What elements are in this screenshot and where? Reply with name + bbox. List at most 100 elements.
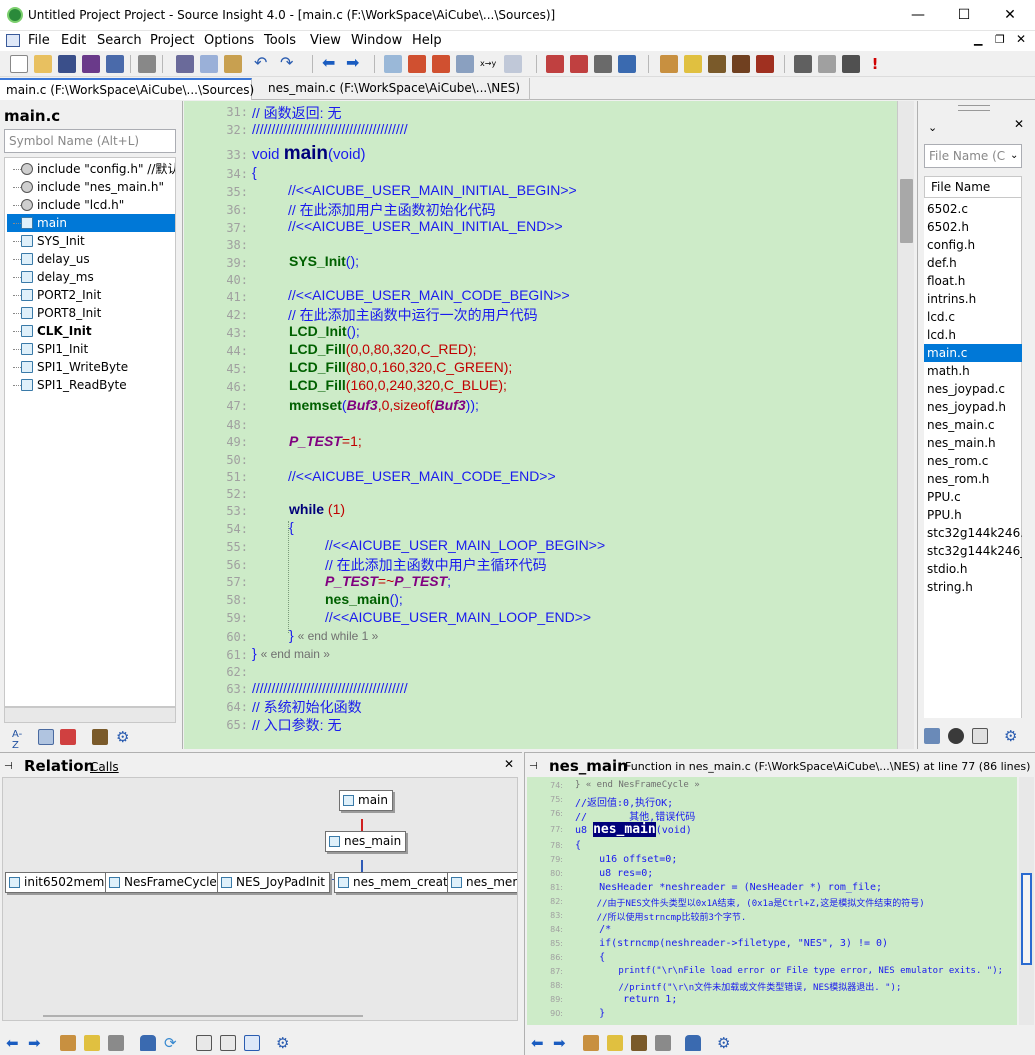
- save-as-icon[interactable]: [82, 55, 100, 73]
- symbol-item[interactable]: SPI1_Init: [7, 340, 175, 358]
- pin-icon[interactable]: ⊣: [529, 761, 538, 772]
- file-item[interactable]: string.h: [924, 578, 1022, 596]
- file-item[interactable]: intrins.h: [924, 290, 1022, 308]
- file-item[interactable]: 6502.c: [924, 200, 1022, 218]
- minimize-button[interactable]: —: [895, 0, 941, 31]
- file-item[interactable]: nes_joypad.h: [924, 398, 1022, 416]
- star-icon[interactable]: [618, 55, 636, 73]
- relation-node-root[interactable]: main: [339, 790, 393, 811]
- document-icon[interactable]: [6, 34, 20, 47]
- menu-view[interactable]: View: [310, 33, 341, 48]
- list-view-icon[interactable]: [38, 729, 54, 745]
- settings-gear-icon[interactable]: ⚙: [276, 1035, 292, 1051]
- symbol-item[interactable]: SPI1_WriteByte: [7, 358, 175, 376]
- file-item[interactable]: float.h: [924, 272, 1022, 290]
- file-item[interactable]: lcd.c: [924, 308, 1022, 326]
- symbol-window-icon[interactable]: [84, 1035, 100, 1051]
- symbol-item-selected[interactable]: main: [7, 214, 175, 232]
- save-icon[interactable]: [58, 55, 76, 73]
- go-forward-icon[interactable]: ➡: [553, 1035, 569, 1051]
- symbol-item[interactable]: SPI1_ReadByte: [7, 376, 175, 394]
- scrollbar-thumb[interactable]: [900, 179, 913, 243]
- symbol-item[interactable]: CLK_Init: [7, 322, 175, 340]
- file-item[interactable]: nes_joypad.c: [924, 380, 1022, 398]
- open-folder-icon[interactable]: [34, 55, 52, 73]
- tools-icon[interactable]: [655, 1035, 671, 1051]
- relation-node[interactable]: nes_main: [325, 831, 407, 852]
- relation-node[interactable]: NesFrameCycle: [105, 872, 222, 893]
- symbol-item[interactable]: include "config.h" //默认: [7, 160, 175, 178]
- details-view-icon[interactable]: [972, 728, 988, 744]
- go-back-icon[interactable]: ⬅: [531, 1035, 547, 1051]
- file-item[interactable]: config.h: [924, 236, 1022, 254]
- symbol-item[interactable]: include "lcd.h": [7, 196, 175, 214]
- jump-down-icon[interactable]: [432, 55, 450, 73]
- symbol-window-icon[interactable]: [607, 1035, 623, 1051]
- code-editor[interactable]: 31: 32: 33: 34: 35: 36: 37: 38: 39: 40: …: [184, 101, 914, 749]
- vertical-graph-icon[interactable]: [244, 1035, 260, 1051]
- copy-icon[interactable]: [200, 55, 218, 73]
- function-icon[interactable]: [732, 55, 750, 73]
- undo-icon[interactable]: ↶: [254, 55, 272, 73]
- book-icon[interactable]: [92, 729, 108, 745]
- file-item[interactable]: stdio.h: [924, 560, 1022, 578]
- print-icon[interactable]: [138, 55, 156, 73]
- save-all-icon[interactable]: [106, 55, 124, 73]
- relation-node[interactable]: NES_JoyPadInit: [217, 872, 331, 893]
- context-code-view[interactable]: 74: 75: 76: 77: 78: 79: 80: 81: 82: 83: …: [527, 777, 1017, 1025]
- mdi-minimize-icon[interactable]: ▁: [974, 33, 982, 46]
- file-search-input[interactable]: File Name (C: [924, 144, 1022, 168]
- symbol-item[interactable]: delay_us: [7, 250, 175, 268]
- mdi-restore-icon[interactable]: ❐: [995, 33, 1005, 46]
- new-file-icon[interactable]: [10, 55, 28, 73]
- close-panel-icon[interactable]: ✕: [1014, 117, 1024, 131]
- book-icon[interactable]: [631, 1035, 647, 1051]
- file-item[interactable]: nes_rom.c: [924, 452, 1022, 470]
- horizontal-scrollbar[interactable]: [43, 1015, 363, 1017]
- file-item-selected[interactable]: main.c: [924, 344, 1022, 362]
- sync-files-icon[interactable]: [948, 728, 964, 744]
- calendar-icon[interactable]: [794, 55, 812, 73]
- lock-icon[interactable]: [685, 1035, 701, 1051]
- file-item[interactable]: def.h: [924, 254, 1022, 272]
- file-item[interactable]: PPU.h: [924, 506, 1022, 524]
- bookmark-prev-icon[interactable]: [546, 55, 564, 73]
- lock-icon[interactable]: [140, 1035, 156, 1051]
- mdi-close-icon[interactable]: ✕: [1016, 32, 1026, 46]
- relation-node[interactable]: nes_mem: [447, 872, 517, 893]
- category-icon[interactable]: [60, 729, 76, 745]
- refresh-icon[interactable]: ⟳: [164, 1035, 180, 1051]
- symbol-item[interactable]: delay_ms: [7, 268, 175, 286]
- relation-mode[interactable]: Calls: [90, 760, 119, 774]
- settings-gear-icon[interactable]: ⚙: [717, 1035, 733, 1051]
- settings-gear-icon[interactable]: ⚙: [1004, 728, 1020, 744]
- symbol-item[interactable]: PORT2_Init: [7, 286, 175, 304]
- tab-main-c[interactable]: main.c (F:\WorkSpace\AiCube\...\Sources): [0, 78, 254, 100]
- paste-icon[interactable]: [224, 55, 242, 73]
- symbol-search-input[interactable]: Symbol Name (Alt+L): [4, 129, 176, 153]
- search-files-icon[interactable]: [456, 55, 474, 73]
- go-forward-icon[interactable]: ➡: [346, 55, 364, 73]
- settings-gear-icon[interactable]: ⚙: [116, 729, 132, 745]
- close-button[interactable]: ✕: [987, 0, 1033, 31]
- go-back-icon[interactable]: ⬅: [322, 55, 340, 73]
- bookmark-next-icon[interactable]: [570, 55, 588, 73]
- file-item[interactable]: stc32g144k246.h: [924, 524, 1022, 542]
- menu-file[interactable]: File: [28, 33, 50, 48]
- scrollbar-thumb[interactable]: [1021, 873, 1032, 965]
- file-item[interactable]: nes_main.c: [924, 416, 1022, 434]
- file-item[interactable]: lcd.h: [924, 326, 1022, 344]
- menu-tools[interactable]: Tools: [264, 33, 296, 48]
- project-window-icon[interactable]: [660, 55, 678, 73]
- symbol-item[interactable]: PORT8_Init: [7, 304, 175, 322]
- relation-window-icon[interactable]: [756, 55, 774, 73]
- sort-alpha-icon[interactable]: A-Z: [12, 729, 28, 751]
- maximize-button[interactable]: ☐: [941, 0, 987, 31]
- file-item[interactable]: math.h: [924, 362, 1022, 380]
- close-panel-icon[interactable]: ✕: [504, 757, 514, 771]
- replace-icon[interactable]: x→y: [480, 55, 498, 73]
- open-file-icon[interactable]: [924, 728, 940, 744]
- menu-search[interactable]: Search: [97, 33, 142, 48]
- word-icon[interactable]: [504, 55, 522, 73]
- jump-up-icon[interactable]: [408, 55, 426, 73]
